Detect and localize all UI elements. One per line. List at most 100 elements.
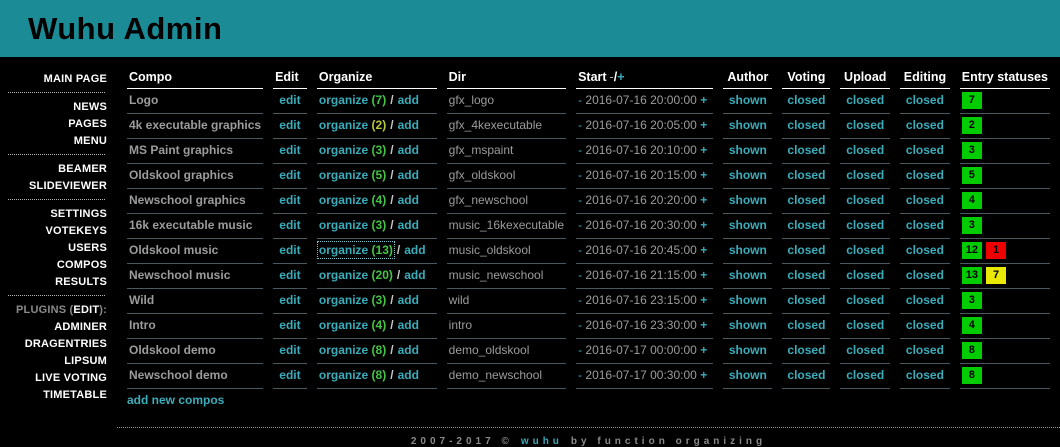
voting-toggle[interactable]: closed [787, 318, 825, 332]
add-link[interactable]: add [398, 118, 419, 132]
voting-toggle[interactable]: closed [787, 218, 825, 232]
editing-toggle[interactable]: closed [906, 343, 944, 357]
organize-link[interactable]: organize (4) [319, 318, 386, 332]
edit-link[interactable]: edit [279, 293, 300, 307]
organize-link[interactable]: organize (8) [319, 368, 386, 382]
voting-toggle[interactable]: closed [787, 168, 825, 182]
editing-toggle[interactable]: closed [906, 218, 944, 232]
start-plus-link[interactable]: + [700, 243, 707, 257]
upload-toggle[interactable]: closed [846, 293, 884, 307]
start-plus-link[interactable]: + [700, 343, 707, 357]
editing-toggle[interactable]: closed [906, 318, 944, 332]
organize-link[interactable]: organize (2) [319, 118, 386, 132]
footer-wuhu-link[interactable]: wuhu [521, 436, 563, 447]
sidebar-item-settings[interactable]: SETTINGS [0, 205, 117, 222]
add-link[interactable]: add [398, 168, 419, 182]
add-link[interactable]: add [398, 93, 419, 107]
organize-link[interactable]: organize (5) [319, 168, 386, 182]
voting-toggle[interactable]: closed [787, 93, 825, 107]
upload-toggle[interactable]: closed [846, 168, 884, 182]
upload-toggle[interactable]: closed [846, 318, 884, 332]
sidebar-item-slideviewer[interactable]: SLIDEVIEWER [0, 177, 117, 194]
edit-link[interactable]: edit [279, 368, 300, 382]
start-plus-link[interactable]: + [700, 93, 707, 107]
upload-toggle[interactable]: closed [846, 143, 884, 157]
editing-toggle[interactable]: closed [906, 268, 944, 282]
voting-toggle[interactable]: closed [787, 143, 825, 157]
edit-link[interactable]: edit [279, 218, 300, 232]
author-toggle[interactable]: shown [729, 218, 767, 232]
voting-toggle[interactable]: closed [787, 343, 825, 357]
editing-toggle[interactable]: closed [906, 368, 944, 382]
organize-link[interactable]: organize (4) [319, 193, 386, 207]
editing-toggle[interactable]: closed [906, 143, 944, 157]
upload-toggle[interactable]: closed [846, 368, 884, 382]
upload-toggle[interactable]: closed [846, 243, 884, 257]
organize-link[interactable]: organize (7) [319, 93, 386, 107]
upload-toggle[interactable]: closed [846, 343, 884, 357]
voting-toggle[interactable]: closed [787, 368, 825, 382]
author-toggle[interactable]: shown [729, 193, 767, 207]
sidebar-item-results[interactable]: RESULTS [0, 273, 117, 290]
voting-toggle[interactable]: closed [787, 118, 825, 132]
organize-link[interactable]: organize (3) [319, 218, 386, 232]
voting-toggle[interactable]: closed [787, 293, 825, 307]
editing-toggle[interactable]: closed [906, 293, 944, 307]
author-toggle[interactable]: shown [729, 243, 767, 257]
upload-toggle[interactable]: closed [846, 193, 884, 207]
editing-toggle[interactable]: closed [906, 93, 944, 107]
start-plus-link[interactable]: + [700, 193, 707, 207]
voting-toggle[interactable]: closed [787, 243, 825, 257]
organize-link[interactable]: organize (3) [319, 143, 386, 157]
author-toggle[interactable]: shown [729, 268, 767, 282]
voting-toggle[interactable]: closed [787, 268, 825, 282]
add-link[interactable]: add [404, 243, 425, 257]
sidebar-item-live-voting[interactable]: LIVE VOTING [0, 369, 117, 386]
sidebar-item-lipsum[interactable]: LIPSUM [0, 352, 117, 369]
sidebar-item-users[interactable]: USERS [0, 239, 117, 256]
edit-link[interactable]: edit [279, 118, 300, 132]
editing-toggle[interactable]: closed [906, 118, 944, 132]
add-link[interactable]: add [398, 143, 419, 157]
sidebar-item-timetable[interactable]: TIMETABLE [0, 386, 117, 403]
edit-link[interactable]: edit [279, 168, 300, 182]
edit-link[interactable]: edit [279, 193, 300, 207]
start-minus-link[interactable]: - [578, 218, 582, 232]
sidebar-item-compos[interactable]: COMPOS [0, 256, 117, 273]
organize-link[interactable]: organize (3) [319, 293, 386, 307]
start-plus-link[interactable]: + [700, 143, 707, 157]
add-link[interactable]: add [404, 268, 425, 282]
sidebar-item-main-page[interactable]: MAIN PAGE [0, 70, 117, 87]
author-toggle[interactable]: shown [729, 168, 767, 182]
sidebar-item-adminer[interactable]: ADMINER [0, 318, 117, 335]
add-link[interactable]: add [398, 368, 419, 382]
edit-link[interactable]: edit [279, 243, 300, 257]
sidebar-item-news[interactable]: NEWS [0, 98, 117, 115]
edit-link[interactable]: edit [279, 143, 300, 157]
start-minus-link[interactable]: - [578, 293, 582, 307]
author-toggle[interactable]: shown [729, 368, 767, 382]
edit-link[interactable]: edit [279, 93, 300, 107]
start-minus-link[interactable]: - [578, 118, 582, 132]
start-minus-link[interactable]: - [578, 193, 582, 207]
author-toggle[interactable]: shown [729, 318, 767, 332]
start-minus-link[interactable]: - [578, 368, 582, 382]
editing-toggle[interactable]: closed [906, 168, 944, 182]
sidebar-item-votekeys[interactable]: VOTEKEYS [0, 222, 117, 239]
author-toggle[interactable]: shown [729, 93, 767, 107]
upload-toggle[interactable]: closed [846, 93, 884, 107]
organize-link[interactable]: organize (20) [319, 268, 393, 282]
add-link[interactable]: add [398, 293, 419, 307]
start-minus-link[interactable]: - [578, 143, 582, 157]
upload-toggle[interactable]: closed [846, 118, 884, 132]
start-plus-link[interactable]: + [700, 218, 707, 232]
start-plus-link[interactable]: + [700, 368, 707, 382]
add-new-compos-link[interactable]: add new compos [127, 393, 224, 407]
sidebar-item-beamer[interactable]: BEAMER [0, 160, 117, 177]
author-toggle[interactable]: shown [729, 293, 767, 307]
upload-toggle[interactable]: closed [846, 218, 884, 232]
add-link[interactable]: add [398, 193, 419, 207]
start-minus-link[interactable]: - [578, 343, 582, 357]
add-link[interactable]: add [398, 218, 419, 232]
edit-link[interactable]: edit [279, 318, 300, 332]
